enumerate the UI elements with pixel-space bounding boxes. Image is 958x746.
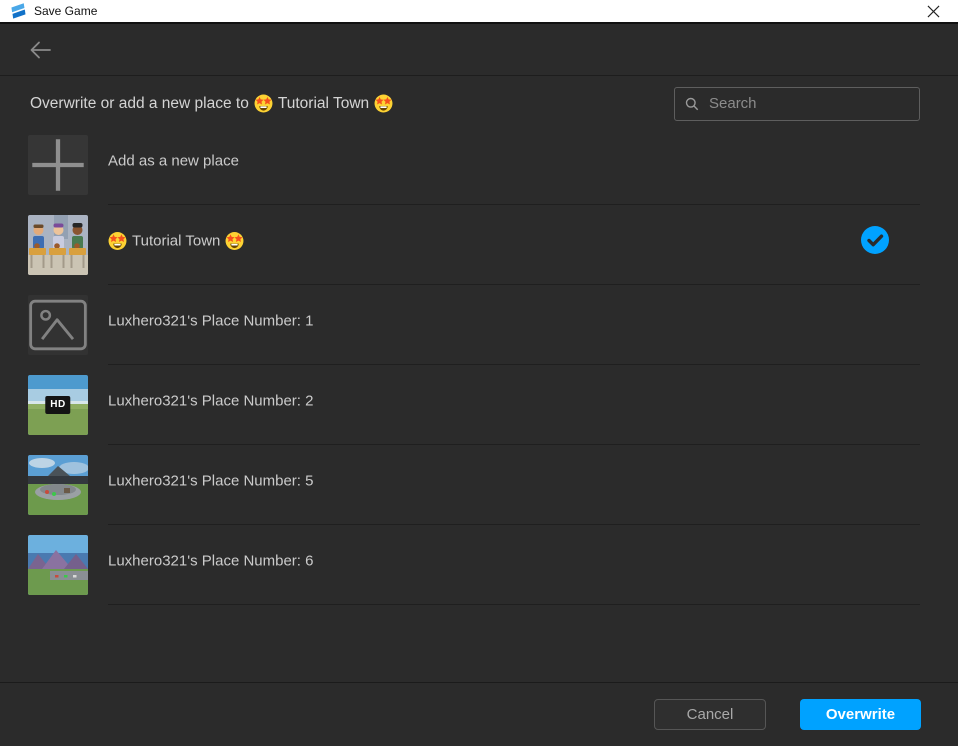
divider bbox=[108, 364, 920, 365]
place-label: Luxhero321's Place Number: 6 bbox=[108, 553, 313, 570]
divider bbox=[108, 444, 920, 445]
place-label: Luxhero321's Place Number: 2 bbox=[108, 393, 313, 410]
divider bbox=[108, 524, 920, 525]
list-item-place-6[interactable]: Luxhero321's Place Number: 6 bbox=[0, 531, 958, 611]
place-label: Tutorial Town bbox=[108, 232, 244, 251]
place-label: Add as a new place bbox=[108, 153, 239, 170]
plus-icon bbox=[28, 135, 88, 195]
place-thumbnail-campsite bbox=[28, 455, 88, 515]
divider bbox=[108, 604, 920, 605]
place-thumbnail-mountains bbox=[28, 535, 88, 595]
close-icon[interactable] bbox=[916, 0, 950, 22]
search-icon bbox=[685, 97, 699, 111]
back-arrow-icon[interactable] bbox=[26, 36, 54, 64]
cancel-button[interactable]: Cancel bbox=[654, 699, 766, 730]
search-box[interactable] bbox=[674, 87, 920, 121]
list-item-add-new-place[interactable]: Add as a new place bbox=[0, 131, 958, 211]
star-struck-emoji bbox=[225, 232, 244, 251]
place-list: Add as a new place bbox=[0, 131, 958, 611]
window-title: Save Game bbox=[34, 4, 97, 18]
missing-image-thumbnail bbox=[28, 295, 88, 355]
star-struck-emoji bbox=[374, 94, 393, 113]
content-header: Overwrite or add a new place to Tutorial… bbox=[0, 76, 958, 131]
page-title: Overwrite or add a new place to Tutorial… bbox=[30, 94, 393, 113]
divider bbox=[108, 204, 920, 205]
list-item-place-5[interactable]: Luxhero321's Place Number: 5 bbox=[0, 451, 958, 531]
star-struck-emoji bbox=[254, 94, 273, 113]
list-item-place-2[interactable]: HD Luxhero321's Place Number: 2 bbox=[0, 371, 958, 451]
divider bbox=[108, 284, 920, 285]
place-label: Luxhero321's Place Number: 1 bbox=[108, 313, 313, 330]
roblox-studio-logo-icon bbox=[11, 3, 27, 19]
image-placeholder-icon bbox=[28, 295, 88, 355]
star-struck-emoji bbox=[108, 232, 127, 251]
selected-check-icon bbox=[861, 226, 889, 254]
dialog-footer: Cancel Overwrite bbox=[0, 682, 958, 746]
place-thumbnail-classroom bbox=[28, 215, 88, 275]
hd-badge: HD bbox=[45, 396, 70, 414]
search-input[interactable] bbox=[707, 94, 909, 113]
add-place-thumbnail bbox=[28, 135, 88, 195]
prompt-prefix: Overwrite or add a new place to bbox=[30, 95, 249, 113]
game-name: Tutorial Town bbox=[278, 95, 369, 113]
window-titlebar: Save Game bbox=[0, 0, 958, 24]
place-label: Luxhero321's Place Number: 5 bbox=[108, 473, 313, 490]
dialog-navbar bbox=[0, 24, 958, 76]
list-item-place-1[interactable]: Luxhero321's Place Number: 1 bbox=[0, 291, 958, 371]
list-item-tutorial-town[interactable]: Tutorial Town bbox=[0, 211, 958, 291]
overwrite-button[interactable]: Overwrite bbox=[800, 699, 921, 730]
place-thumbnail-field: HD bbox=[28, 375, 88, 435]
